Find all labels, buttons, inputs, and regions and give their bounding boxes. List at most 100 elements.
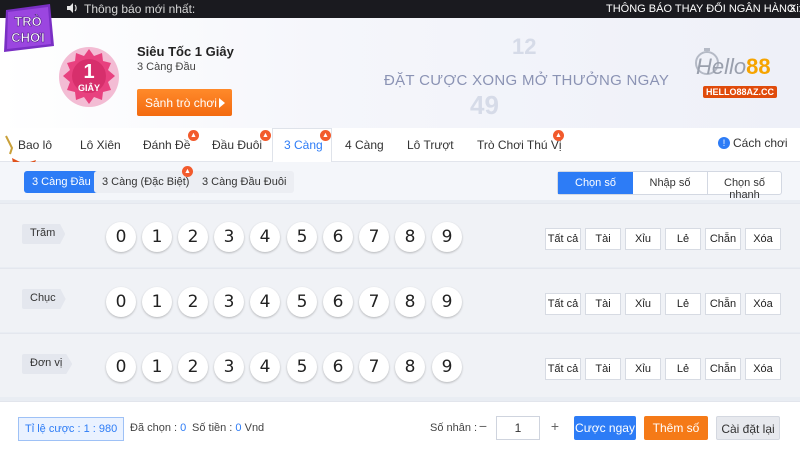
bet-footer: Tỉ lệ cược : 1 : 980 Đã chọn : 0 Số tiền… [0, 401, 800, 450]
mode-chon-so[interactable]: Chọn số [558, 172, 633, 194]
quick-xiu-button[interactable]: Xỉu [625, 358, 661, 380]
tab-tro-choi-thu-vi[interactable]: Trò Chơi Thú Vị [477, 138, 562, 152]
bet-now-button[interactable]: Cược ngay [574, 416, 636, 440]
tab-danh-de[interactable]: Đánh Đề [143, 138, 190, 152]
game-title: Siêu Tốc 1 Giây [137, 44, 234, 59]
digit-row-chuc: Chục 0 1 2 3 4 5 6 7 8 9 Tất cả Tài Xỉu … [0, 268, 800, 332]
digit-ball[interactable]: 4 [250, 287, 280, 317]
tab-dau-duoi[interactable]: Đầu Đuôi [212, 138, 262, 152]
brand-number: 88 [746, 54, 771, 79]
digit-ball[interactable]: 7 [359, 352, 389, 382]
bg-number: 49 [470, 90, 499, 120]
minus-icon[interactable]: − [474, 418, 492, 434]
quick-all-button[interactable]: Tất cả [545, 293, 581, 315]
quick-clear-button[interactable]: Xóa [745, 293, 781, 315]
quick-xiu-button[interactable]: Xỉu [625, 228, 661, 250]
digit-ball[interactable]: 8 [395, 352, 425, 382]
badge-number: 1 [83, 61, 94, 83]
odds-value: 1 : 980 [83, 423, 118, 435]
brand-hello: Hello [696, 54, 747, 79]
tab-lo-xien[interactable]: Lô Xiên [80, 138, 121, 152]
digit-ball[interactable]: 5 [287, 352, 317, 382]
quick-chan-button[interactable]: Chẵn [705, 293, 741, 315]
hot-flame-icon: ▲ [553, 130, 564, 141]
digit-ball[interactable]: 2 [178, 287, 208, 317]
digit-ball[interactable]: 8 [395, 287, 425, 317]
selected-value: 0 [180, 422, 187, 434]
how-to-play-link[interactable]: ! Cách chơi [718, 136, 788, 150]
digit-ball[interactable]: 3 [214, 287, 244, 317]
digit-ball[interactable]: 5 [287, 287, 317, 317]
bet-amount: Số tiền : 0 Vnd [192, 422, 264, 434]
notice-marquee-trail: Xi [789, 3, 799, 15]
mode-nhap-so[interactable]: Nhập số [633, 172, 708, 194]
game-header: 12 49 1 GIÂY Siêu Tốc 1 Giây 3 Càng Đầu … [0, 18, 800, 128]
digit-ball[interactable]: 1 [142, 222, 172, 252]
add-number-button[interactable]: Thêm số [644, 416, 708, 440]
hot-flame-icon: ▲ [260, 130, 271, 141]
badge-unit: GIÂY [78, 82, 100, 93]
lobby-button[interactable]: Sảnh trò chơi [137, 89, 232, 116]
tab-3-cang[interactable]: 3 Càng [284, 138, 323, 152]
digit-ball[interactable]: 4 [250, 222, 280, 252]
quick-chan-button[interactable]: Chẵn [705, 228, 741, 250]
amount-label: Số tiền : [192, 422, 236, 434]
subtab-3-cang-dau-duoi[interactable]: 3 Càng Đầu Đuôi [194, 171, 295, 193]
quick-le-button[interactable]: Lẻ [665, 358, 701, 380]
quick-xiu-button[interactable]: Xỉu [625, 293, 661, 315]
digit-ball[interactable]: 1 [142, 287, 172, 317]
digit-ball[interactable]: 6 [323, 222, 353, 252]
brand-logo: Hello88 HELLO88AZ.CC [688, 46, 788, 106]
lobby-button-label: Sảnh trò chơi [145, 96, 217, 110]
quick-clear-button[interactable]: Xóa [745, 228, 781, 250]
digit-ball[interactable]: 5 [287, 222, 317, 252]
digit-ball[interactable]: 6 [323, 352, 353, 382]
row-label: Đơn vị [22, 354, 73, 374]
quick-tai-button[interactable]: Tài [585, 358, 621, 380]
subtab-3-cang-dau[interactable]: 3 Càng Đầu [24, 171, 99, 193]
digit-ball[interactable]: 9 [432, 352, 462, 382]
digit-ball[interactable]: 9 [432, 222, 462, 252]
digit-ball[interactable]: 3 [214, 222, 244, 252]
digit-ball[interactable]: 2 [178, 352, 208, 382]
digit-ball[interactable]: 6 [323, 287, 353, 317]
digit-ball[interactable]: 7 [359, 287, 389, 317]
hot-flame-icon: ▲ [188, 130, 199, 141]
amount-unit: Vnd [241, 422, 265, 434]
digit-row-tram: Trăm 0 1 2 3 4 5 6 7 8 9 Tất cả Tài Xỉu … [0, 203, 800, 267]
digit-ball[interactable]: 0 [106, 352, 136, 382]
app-logo[interactable]: TRÒ CHƠI [0, 0, 56, 56]
digit-ball[interactable]: 0 [106, 287, 136, 317]
digit-ball[interactable]: 3 [214, 352, 244, 382]
digit-ball[interactable]: 0 [106, 222, 136, 252]
info-icon: ! [718, 137, 730, 149]
tab-lo-truot[interactable]: Lô Trượt [407, 138, 454, 152]
plus-icon[interactable]: + [546, 418, 564, 434]
subtype-bar: 3 Càng Đầu 3 Càng (Đặc Biệt) ▲ 3 Càng Đầ… [0, 162, 800, 201]
quick-le-button[interactable]: Lẻ [665, 293, 701, 315]
quick-tai-button[interactable]: Tài [585, 228, 621, 250]
how-to-play-label: Cách chơi [733, 136, 788, 150]
notice-marquee: THÔNG BÁO THAY ĐỔI NGÂN HÀNG : [606, 3, 800, 15]
reset-button[interactable]: Cài đặt lại [716, 416, 780, 440]
tab-4-cang[interactable]: 4 Càng [345, 138, 384, 152]
quick-all-button[interactable]: Tất cả [545, 358, 581, 380]
quick-chan-button[interactable]: Chẵn [705, 358, 741, 380]
digit-ball[interactable]: 9 [432, 287, 462, 317]
quick-clear-button[interactable]: Xóa [745, 358, 781, 380]
digit-ball[interactable]: 2 [178, 222, 208, 252]
digit-ball[interactable]: 7 [359, 222, 389, 252]
selected-label: Đã chọn : [130, 422, 181, 434]
mode-chon-so-nhanh[interactable]: Chọn số nhanh [708, 172, 781, 201]
multiplier-stepper: − 1 + [472, 416, 564, 440]
quick-le-button[interactable]: Lẻ [665, 228, 701, 250]
game-subtitle: 3 Càng Đầu [137, 61, 196, 73]
digit-ball[interactable]: 4 [250, 352, 280, 382]
digit-ball[interactable]: 8 [395, 222, 425, 252]
multiplier-input[interactable]: 1 [496, 416, 540, 440]
input-mode-selector: Chọn số Nhập số Chọn số nhanh [557, 171, 782, 201]
digit-ball[interactable]: 1 [142, 352, 172, 382]
notice-label: Thông báo mới nhất: [84, 2, 196, 16]
quick-all-button[interactable]: Tất cả [545, 228, 581, 250]
quick-tai-button[interactable]: Tài [585, 293, 621, 315]
